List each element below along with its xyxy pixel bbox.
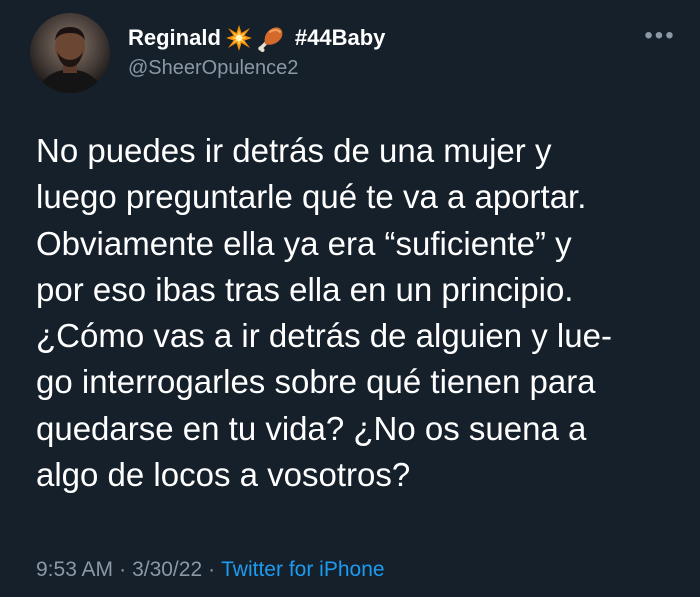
separator: ·: [208, 558, 216, 581]
avatar[interactable]: [30, 13, 110, 93]
tweet-source-link[interactable]: Twitter for iPhone: [221, 558, 384, 581]
collision-icon: [225, 24, 253, 52]
separator: ·: [119, 558, 127, 581]
display-name[interactable]: Reginald: [128, 24, 221, 52]
name-row[interactable]: Reginald #44Baby: [128, 24, 385, 52]
tweet-card: Reginald #44Baby @SheerOpulence2 ••• No …: [0, 0, 700, 597]
hashtag[interactable]: #44Baby: [295, 24, 386, 52]
tweet-header: Reginald #44Baby @SheerOpulence2: [128, 24, 385, 80]
avatar-image: [30, 13, 110, 93]
drumstick-icon: [257, 24, 285, 52]
tweet-time[interactable]: 9:53 AM: [36, 558, 113, 581]
handle[interactable]: @SheerOpulence2: [128, 56, 385, 80]
tweet-metadata: 9:53 AM · 3/30/22 · Twitter for iPhone: [36, 556, 385, 584]
tweet-text: No puedes ir detrás de una mujer y luego…: [36, 132, 612, 494]
more-options-button[interactable]: •••: [640, 24, 680, 48]
tweet-date[interactable]: 3/30/22: [132, 558, 202, 581]
